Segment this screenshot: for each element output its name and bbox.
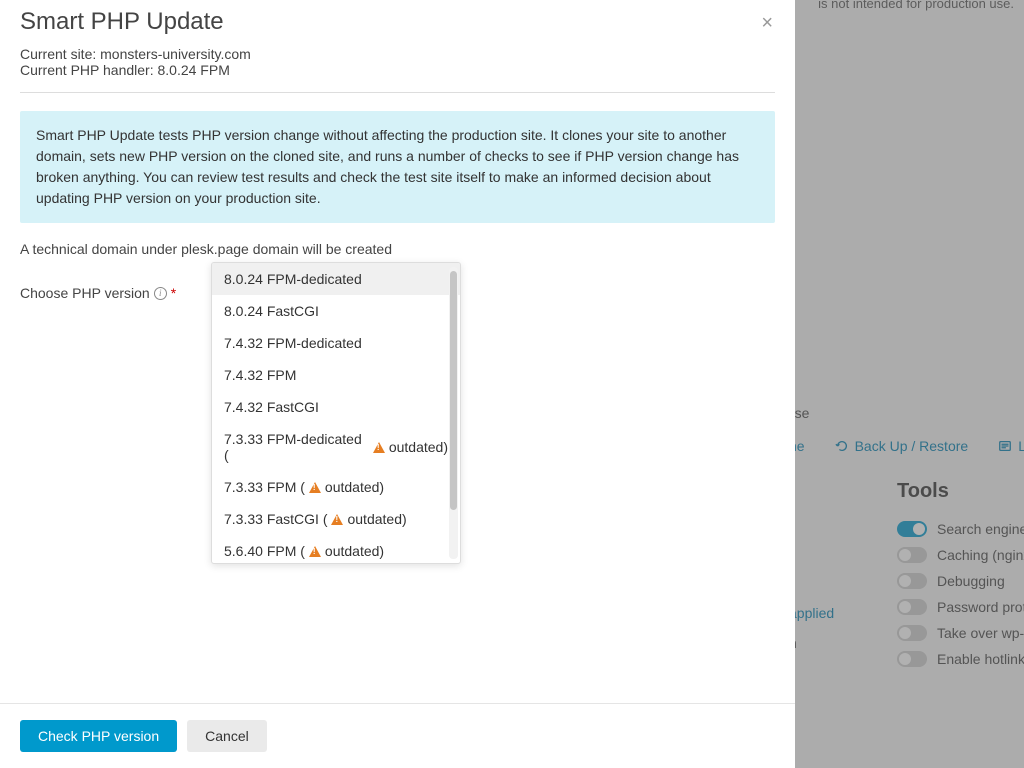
- php-version-dropdown: 8.0.24 FPM-dedicated8.0.24 FastCGI7.4.32…: [211, 262, 461, 564]
- tool-row: Search engine: [897, 521, 1024, 537]
- tool-label: Take over wp-: [937, 625, 1024, 641]
- tools-title: Tools: [897, 480, 1024, 503]
- tool-label: Caching (nginx: [937, 547, 1024, 563]
- warning-icon: [331, 514, 343, 525]
- toggle-switch[interactable]: [897, 573, 927, 589]
- scrollbar-track[interactable]: [449, 267, 458, 559]
- toggle-switch[interactable]: [897, 521, 927, 537]
- modal-footer: Check PHP version Cancel: [0, 703, 795, 768]
- current-site-line: Current site: monsters-university.com: [20, 46, 775, 62]
- dropdown-option[interactable]: 7.4.32 FastCGI: [212, 391, 460, 423]
- current-handler-line: Current PHP handler: 8.0.24 FPM: [20, 62, 775, 78]
- tool-row: Debugging: [897, 573, 1024, 589]
- tool-row: Password prot: [897, 599, 1024, 615]
- tool-label: Debugging: [937, 573, 1005, 589]
- background-panel: is not intended for production use. base…: [784, 0, 1024, 768]
- choose-php-label: Choose PHP version i *: [20, 281, 210, 301]
- logs-link[interactable]: Logs: [998, 438, 1024, 454]
- dropdown-option[interactable]: 8.0.24 FPM-dedicated: [212, 263, 460, 295]
- close-icon[interactable]: ×: [761, 12, 773, 35]
- toggle-switch[interactable]: [897, 599, 927, 615]
- logs-icon: [998, 439, 1012, 453]
- backup-restore-link[interactable]: Back Up / Restore: [835, 438, 969, 454]
- warning-icon: [309, 546, 321, 557]
- tool-row: Enable hotlink: [897, 651, 1024, 667]
- toggle-switch[interactable]: [897, 625, 927, 641]
- dropdown-option[interactable]: 7.4.32 FPM-dedicated: [212, 327, 460, 359]
- logs-link-label: Logs: [1018, 438, 1024, 454]
- dropdown-option[interactable]: 7.3.33 FPM-dedicated ( outdated): [212, 423, 460, 471]
- production-notice: is not intended for production use.: [818, 0, 1014, 11]
- tool-label: Search engine: [937, 521, 1024, 537]
- warning-icon: [309, 482, 321, 493]
- toggle-switch[interactable]: [897, 547, 927, 563]
- divider: [20, 92, 775, 93]
- technical-note: A technical domain under plesk.page doma…: [20, 241, 775, 257]
- tools-section: Tools Search engine Caching (nginx Debuggi…: [897, 480, 1024, 677]
- info-box: Smart PHP Update tests PHP version chang…: [20, 111, 775, 223]
- check-php-button[interactable]: Check PHP version: [20, 720, 177, 752]
- warning-icon: [373, 442, 385, 453]
- scrollbar-thumb[interactable]: [450, 271, 457, 510]
- applied-fragment[interactable]: applied: [789, 605, 834, 621]
- dropdown-option[interactable]: 7.3.33 FPM ( outdated): [212, 471, 460, 503]
- dropdown-option[interactable]: 7.3.33 FastCGI ( outdated): [212, 503, 460, 535]
- toggle-switch[interactable]: [897, 651, 927, 667]
- smart-php-update-modal: × Smart PHP Update Current site: monster…: [0, 0, 795, 768]
- bg-header-links: ne Back Up / Restore Logs: [789, 438, 1024, 454]
- tool-row: Take over wp-: [897, 625, 1024, 641]
- backup-icon: [835, 439, 849, 453]
- cancel-button[interactable]: Cancel: [187, 720, 267, 752]
- dropdown-option[interactable]: 5.6.40 FPM ( outdated): [212, 535, 460, 563]
- backup-link-label: Back Up / Restore: [855, 438, 969, 454]
- required-marker: *: [171, 285, 176, 301]
- info-icon[interactable]: i: [154, 287, 167, 300]
- dropdown-option[interactable]: 8.0.24 FastCGI: [212, 295, 460, 327]
- tool-label: Enable hotlink: [937, 651, 1024, 667]
- dropdown-option[interactable]: 7.4.32 FPM: [212, 359, 460, 391]
- tool-label: Password prot: [937, 599, 1024, 615]
- tool-row: Caching (nginx: [897, 547, 1024, 563]
- modal-title: Smart PHP Update: [20, 8, 775, 36]
